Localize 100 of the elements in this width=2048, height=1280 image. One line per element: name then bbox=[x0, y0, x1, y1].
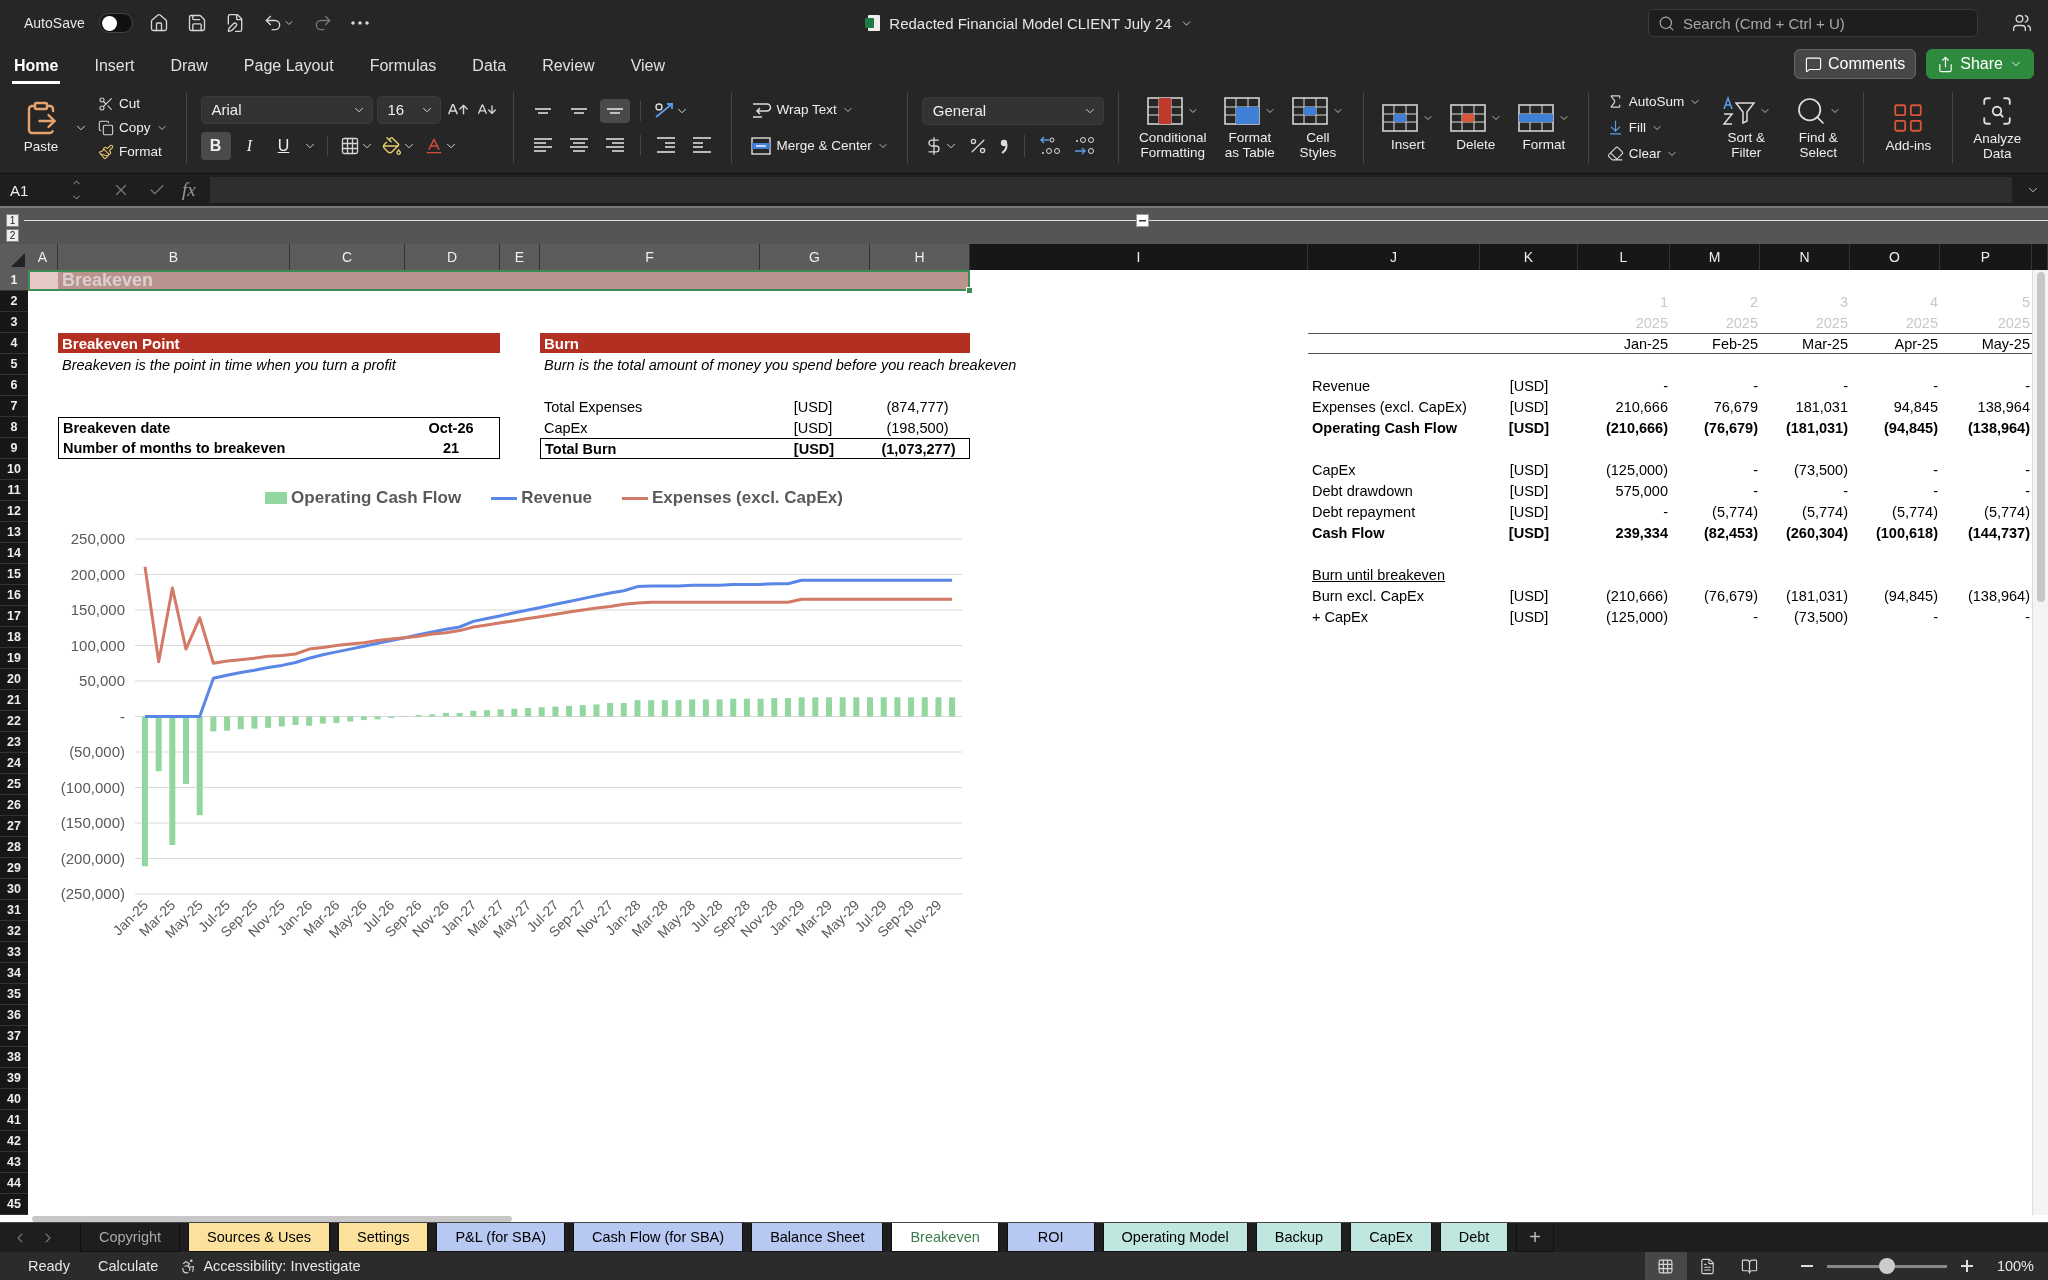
vertical-align-button[interactable] bbox=[599, 98, 630, 123]
autosum-button[interactable]: AutoSum bbox=[1602, 90, 1706, 113]
row-header[interactable]: 22 bbox=[0, 711, 28, 732]
sheet-tab[interactable]: Settings bbox=[338, 1223, 429, 1252]
row-header[interactable]: 35 bbox=[0, 984, 28, 1005]
clear-button[interactable]: Clear bbox=[1602, 142, 1706, 165]
ribbon-tab[interactable]: Home bbox=[12, 50, 61, 84]
row-header[interactable]: 10 bbox=[0, 459, 28, 480]
ribbon-tab[interactable]: Formulas bbox=[367, 50, 439, 84]
row-header[interactable]: 34 bbox=[0, 963, 28, 984]
row-header[interactable]: 16 bbox=[0, 585, 28, 606]
fill-button[interactable]: Fill bbox=[1602, 116, 1706, 139]
cells-button[interactable]: Delete bbox=[1445, 100, 1506, 155]
ribbon-tab[interactable]: View bbox=[628, 50, 667, 84]
row-header[interactable]: 1 bbox=[0, 270, 28, 291]
row-header[interactable]: 45 bbox=[0, 1194, 28, 1215]
row-header[interactable]: 27 bbox=[0, 816, 28, 837]
calculate-button[interactable]: Calculate bbox=[97, 1258, 159, 1274]
column-header[interactable]: G bbox=[760, 244, 870, 270]
sheet-tab[interactable]: Cash Flow (for SBA) bbox=[572, 1223, 744, 1252]
row-header[interactable]: 2 bbox=[0, 291, 28, 312]
sheet-tab[interactable]: CapEx bbox=[1350, 1223, 1432, 1252]
sheet-tab[interactable]: ROI bbox=[1006, 1223, 1095, 1252]
row-header[interactable]: 44 bbox=[0, 1173, 28, 1194]
row-header[interactable]: 3 bbox=[0, 312, 28, 333]
number-format-dropdown[interactable]: General bbox=[921, 96, 1104, 125]
row-header[interactable]: 19 bbox=[0, 648, 28, 669]
row-header[interactable]: 8 bbox=[0, 417, 28, 438]
analyze-data-button[interactable]: Analyze Data bbox=[1967, 91, 2028, 164]
autosave-toggle[interactable] bbox=[98, 13, 133, 33]
font-size-dropdown[interactable]: 16 bbox=[376, 95, 441, 124]
view-button[interactable] bbox=[1644, 1252, 1687, 1280]
column-header[interactable]: I bbox=[970, 244, 1308, 270]
row-header[interactable]: 7 bbox=[0, 396, 28, 417]
row-header[interactable]: 36 bbox=[0, 1005, 28, 1026]
styles-button[interactable]: Format as Table bbox=[1218, 92, 1281, 163]
column-header[interactable]: A bbox=[28, 244, 58, 270]
format-painter-button[interactable]: Format bbox=[94, 140, 172, 163]
active-cell[interactable] bbox=[30, 272, 58, 289]
share-button[interactable]: Share bbox=[1926, 49, 2034, 79]
comments-button[interactable]: Comments bbox=[1793, 49, 1917, 79]
fill-handle[interactable] bbox=[966, 287, 973, 294]
merge-center-button[interactable]: Merge & Center bbox=[745, 132, 893, 159]
column-header[interactable]: N bbox=[1760, 244, 1850, 270]
row-header[interactable]: 29 bbox=[0, 858, 28, 879]
italic-button[interactable]: I bbox=[234, 131, 265, 160]
column-header[interactable]: E bbox=[500, 244, 540, 270]
ribbon-tab[interactable]: Review bbox=[540, 50, 597, 84]
row-header[interactable]: 43 bbox=[0, 1152, 28, 1173]
column-header[interactable]: H bbox=[870, 244, 970, 270]
styles-button[interactable]: Conditional Formatting bbox=[1132, 92, 1213, 163]
row-header[interactable]: 41 bbox=[0, 1110, 28, 1131]
font-name-dropdown[interactable]: Arial bbox=[200, 95, 373, 124]
row-header[interactable]: 6 bbox=[0, 375, 28, 396]
ribbon-tab[interactable]: Insert bbox=[92, 50, 137, 84]
row-header[interactable]: 37 bbox=[0, 1026, 28, 1047]
column-header[interactable]: F bbox=[540, 244, 760, 270]
wrap-text-button[interactable]: Wrap Text bbox=[745, 96, 893, 123]
column-header[interactable]: D bbox=[405, 244, 500, 270]
row-header[interactable]: 25 bbox=[0, 774, 28, 795]
sheet-tab[interactable]: Copyright bbox=[80, 1223, 181, 1252]
row-header[interactable]: 32 bbox=[0, 921, 28, 942]
paste-button[interactable]: Paste bbox=[14, 98, 68, 157]
row-header[interactable]: 11 bbox=[0, 480, 28, 501]
column-header[interactable]: J bbox=[1308, 244, 1480, 270]
sheet-tab[interactable]: P&L (for SBA) bbox=[436, 1223, 565, 1252]
row-header[interactable]: 38 bbox=[0, 1047, 28, 1068]
styles-button[interactable]: Cell Styles bbox=[1286, 92, 1349, 163]
row-header[interactable]: 42 bbox=[0, 1131, 28, 1152]
collapse-button[interactable] bbox=[1136, 214, 1149, 227]
add-sheet-button[interactable]: + bbox=[1516, 1223, 1554, 1252]
accessibility-status[interactable]: Accessibility: Investigate bbox=[203, 1258, 361, 1274]
cells-button[interactable]: Format bbox=[1513, 100, 1574, 155]
select-all-button[interactable] bbox=[0, 244, 28, 270]
insert-function-button[interactable]: fx bbox=[182, 179, 196, 201]
bold-button[interactable]: B bbox=[200, 131, 231, 160]
row-header[interactable]: 26 bbox=[0, 795, 28, 816]
row-header[interactable]: 15 bbox=[0, 564, 28, 585]
row-header[interactable]: 30 bbox=[0, 879, 28, 900]
underline-button[interactable]: U bbox=[268, 131, 299, 160]
ribbon-tab[interactable]: Data bbox=[470, 50, 509, 84]
ribbon-tab[interactable]: Page Layout bbox=[241, 50, 336, 84]
name-box[interactable]: A1 bbox=[10, 177, 82, 203]
sort-filter-button[interactable]: Sort & Filter bbox=[1715, 92, 1778, 163]
add-ins-button[interactable]: Add-ins bbox=[1878, 99, 1939, 156]
sheet-tab[interactable]: Balance Sheet bbox=[751, 1223, 884, 1252]
vertical-scrollbar[interactable] bbox=[2032, 270, 2048, 1215]
row-header[interactable]: 28 bbox=[0, 837, 28, 858]
cut-button[interactable]: Cut bbox=[94, 92, 172, 115]
search-field[interactable]: Search (Cmd + Ctrl + U) bbox=[1648, 9, 1978, 37]
row-header[interactable]: 18 bbox=[0, 627, 28, 648]
row-header[interactable]: 17 bbox=[0, 606, 28, 627]
row-header[interactable]: 33 bbox=[0, 942, 28, 963]
row-header[interactable]: 40 bbox=[0, 1089, 28, 1110]
row-header[interactable]: 12 bbox=[0, 501, 28, 522]
column-header[interactable]: B bbox=[58, 244, 290, 270]
sheet-tab[interactable]: Sources & Uses bbox=[188, 1223, 331, 1252]
cells-button[interactable]: Insert bbox=[1377, 100, 1438, 155]
row-header[interactable]: 24 bbox=[0, 753, 28, 774]
row-header[interactable]: 14 bbox=[0, 543, 28, 564]
